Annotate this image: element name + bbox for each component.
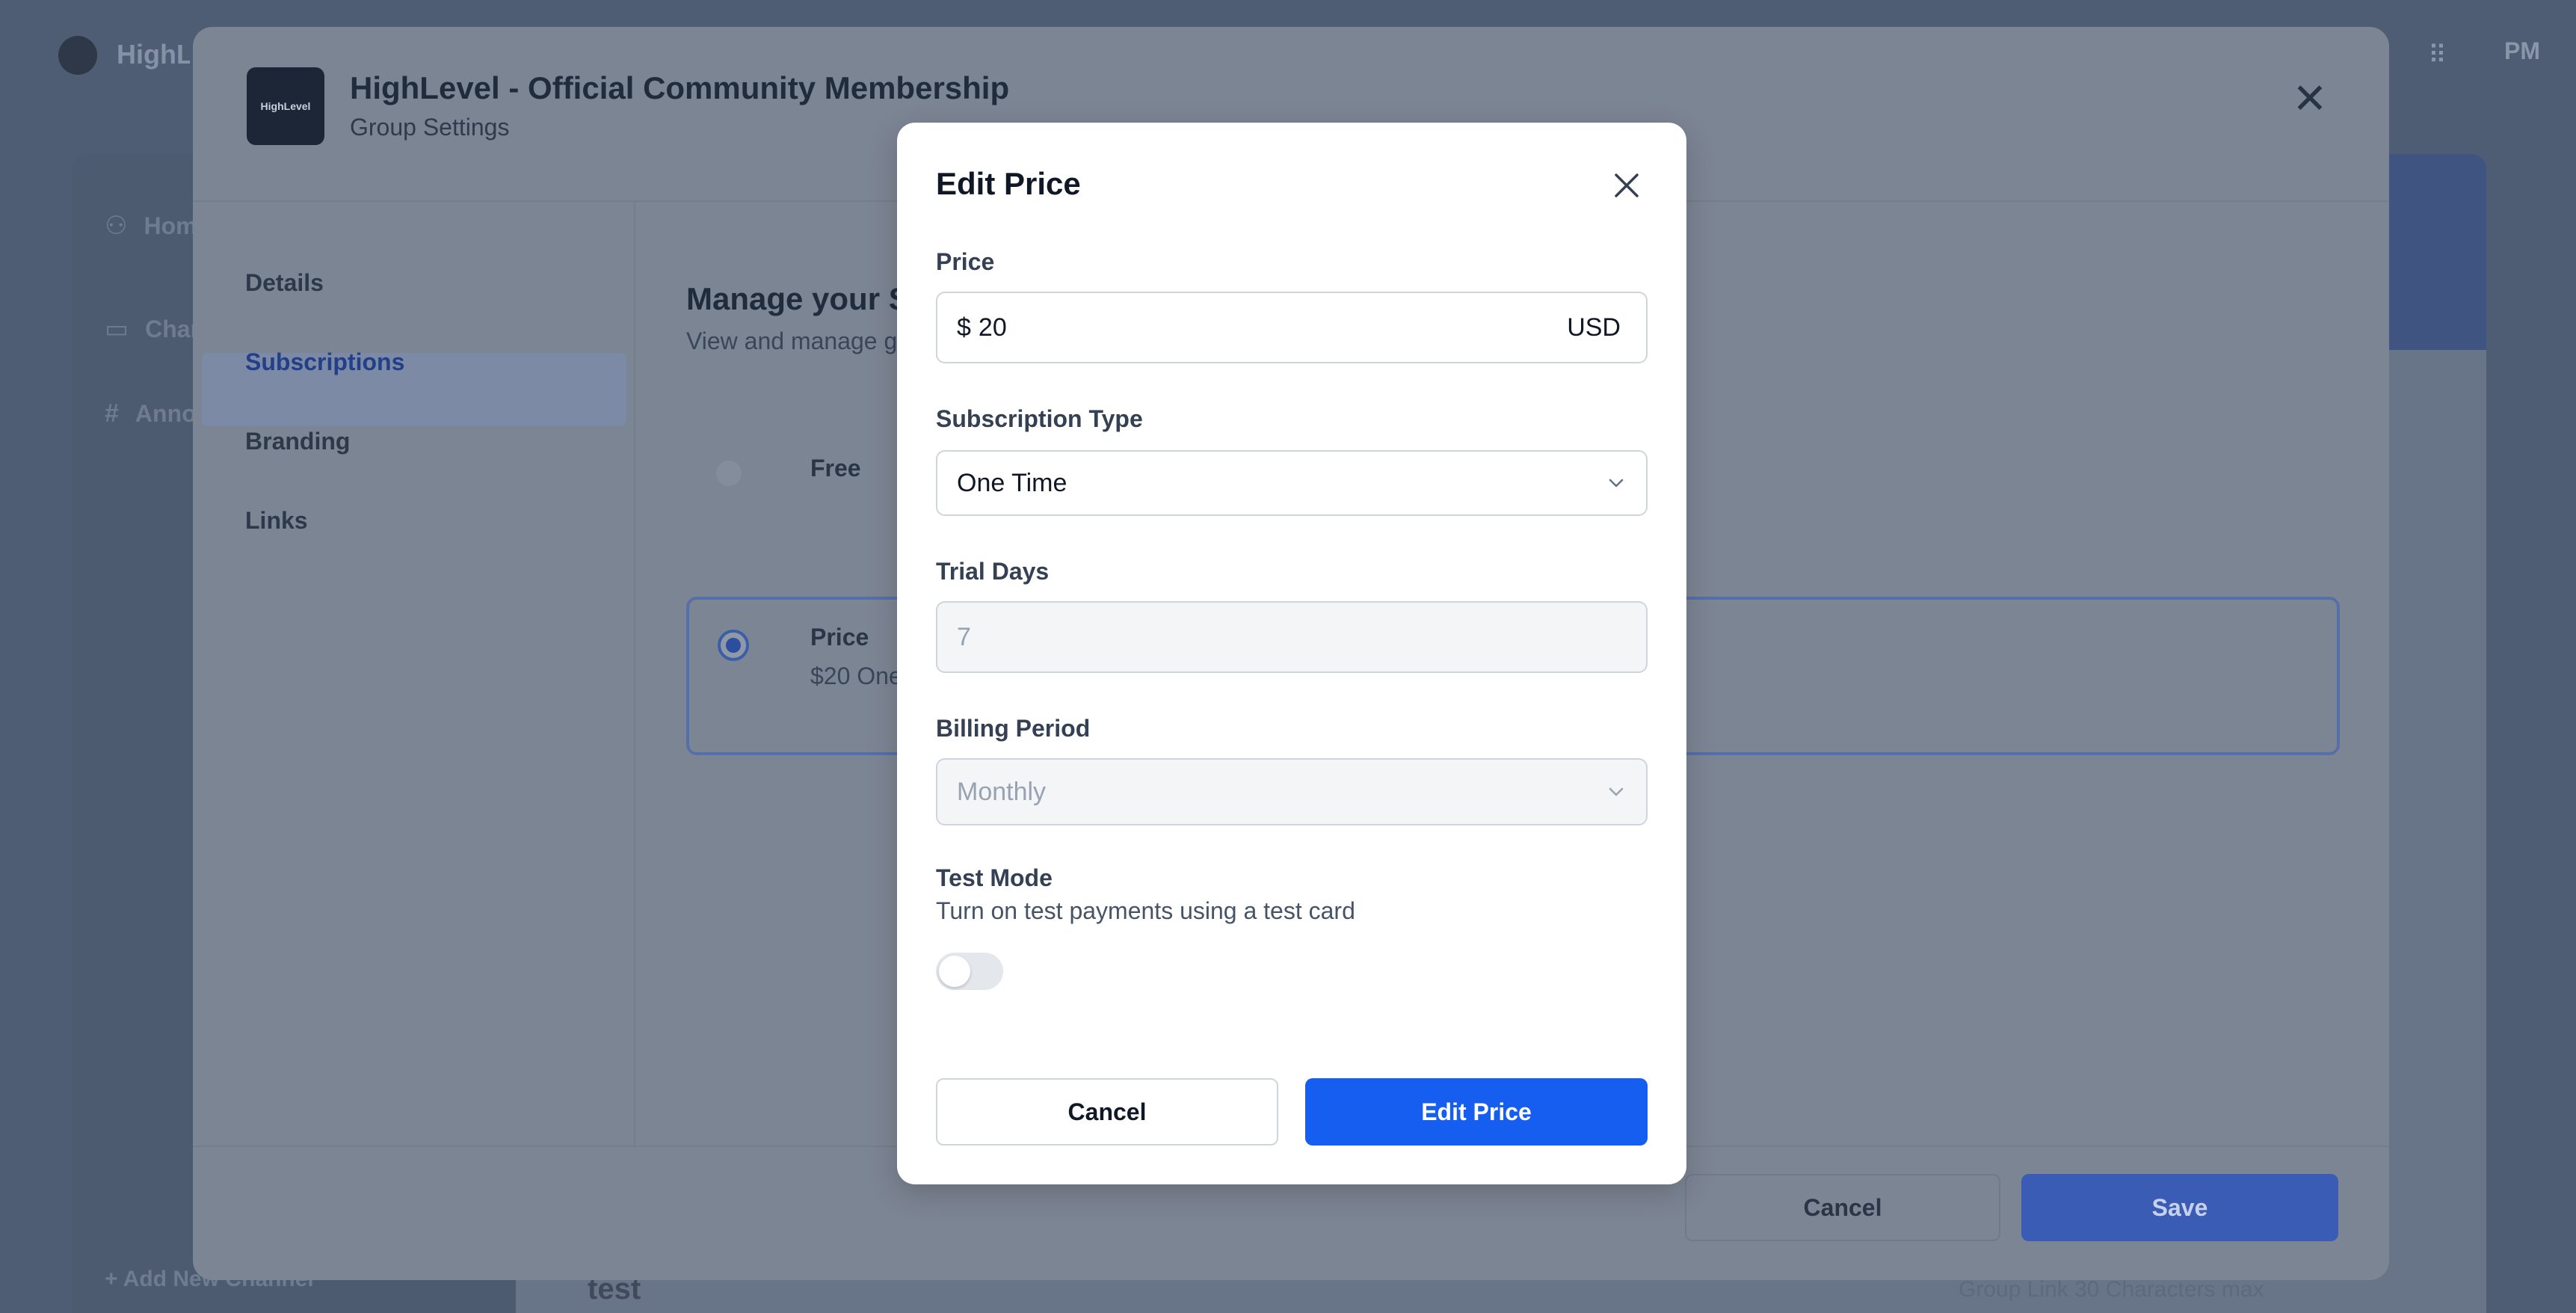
tab-branding[interactable]: Branding [245, 428, 350, 455]
edit-price-button[interactable]: Edit Price [1305, 1078, 1648, 1146]
trial-days-label: Trial Days [936, 558, 1050, 585]
price-radio[interactable] [718, 630, 749, 661]
test-mode-toggle[interactable] [936, 953, 1003, 990]
price-option-label: Price [810, 624, 869, 651]
save-button[interactable]: Save [2021, 1174, 2338, 1241]
settings-sidebar [193, 202, 635, 1146]
tab-details[interactable]: Details [245, 269, 324, 297]
test-mode-description: Turn on test payments using a test card [936, 897, 1355, 924]
close-icon[interactable]: ✕ [2286, 75, 2334, 123]
apps-grid-icon[interactable]: ⠿ [2428, 40, 2458, 70]
dialog-title: Edit Price [936, 166, 1081, 201]
chevron-down-icon [1609, 479, 1624, 488]
group-logo-text: HighLevel [260, 100, 311, 112]
subscription-type-select[interactable]: One Time [936, 450, 1648, 516]
app-logo [58, 36, 97, 75]
trial-days-placeholder: 7 [957, 622, 971, 651]
close-icon-glyph [1615, 173, 1639, 197]
sidebar-item-label: Announcements [135, 400, 194, 427]
cancel-button[interactable]: Cancel [936, 1078, 1278, 1146]
avatar[interactable]: PM [2504, 37, 2540, 65]
sidebar-item-home[interactable]: ⚇ Home [105, 211, 194, 241]
subscription-type-label: Subscription Type [936, 405, 1143, 432]
sidebar-item-label: Home [144, 212, 194, 239]
currency-code: USD [1567, 313, 1621, 342]
free-option-label: Free [810, 455, 861, 482]
group-settings-subtitle: Group Settings [350, 114, 510, 141]
price-label: Price [936, 248, 995, 275]
toggle-knob [939, 956, 970, 987]
edit-price-dialog: Edit Price Price $ 20 USD Subscription T… [897, 123, 1686, 1184]
footer-hint: Group Link 30 Characters max [1959, 1277, 2264, 1302]
price-input[interactable]: $ 20 USD [936, 292, 1648, 363]
subscription-type-value: One Time [957, 468, 1067, 497]
group-logo: HighLevel [247, 67, 324, 145]
free-radio[interactable] [715, 459, 743, 488]
billing-period-label: Billing Period [936, 715, 1091, 742]
app-title: HighLevel [117, 39, 190, 70]
sidebar-item-label: Channels [145, 315, 194, 342]
sidebar-item-announcements[interactable]: # Announcements [105, 399, 194, 428]
chevron-down-icon [1609, 787, 1624, 796]
sidebar-item-channels[interactable]: ▭ Channels [105, 314, 194, 344]
billing-period-value: Monthly [957, 777, 1047, 806]
hash-icon: # [105, 399, 119, 428]
group-settings-title: HighLevel - Official Community Membershi… [350, 70, 1010, 105]
briefcase-icon: ▭ [105, 315, 129, 343]
price-value[interactable]: 20 [979, 313, 1567, 342]
price-option-description: $20 One Time [810, 662, 900, 689]
billing-period-select[interactable]: Monthly [936, 758, 1648, 825]
tab-links[interactable]: Links [245, 507, 308, 535]
trial-days-input[interactable]: 7 [936, 601, 1648, 673]
close-icon[interactable] [1603, 162, 1651, 209]
currency-symbol: $ [957, 313, 971, 342]
cancel-button[interactable]: Cancel [1685, 1174, 2000, 1241]
users-icon: ⚇ [105, 212, 128, 240]
tab-subscriptions[interactable]: Subscriptions [245, 348, 404, 376]
test-mode-label: Test Mode [936, 864, 1053, 891]
